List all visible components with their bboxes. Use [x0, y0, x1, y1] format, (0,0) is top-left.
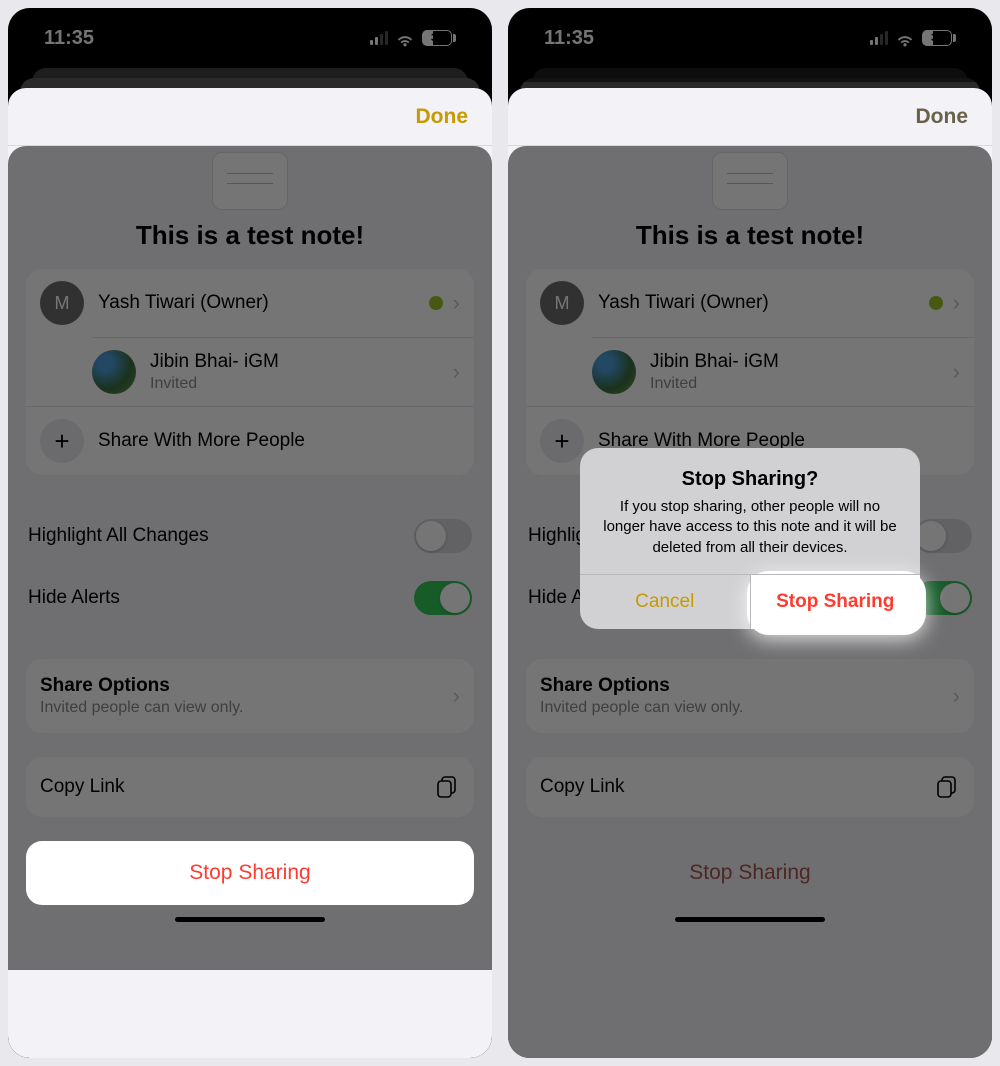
- copy-icon: [434, 774, 460, 800]
- status-icons: 35: [370, 30, 456, 46]
- copy-icon: [934, 774, 960, 800]
- owner-row[interactable]: M Yash Tiwari (Owner) ›: [26, 269, 474, 337]
- people-card: M Yash Tiwari (Owner) › Jibin Bhai- iGM …: [526, 269, 974, 475]
- invited-status: Invited: [650, 375, 953, 393]
- highlight-label: Highlight All Changes: [28, 525, 209, 547]
- plus-icon: +: [40, 419, 84, 463]
- phone-left: 11:35 35 Done This is a test note! M: [8, 8, 492, 1058]
- sheet-body: This is a test note! M Yash Tiwari (Owne…: [8, 146, 492, 1058]
- invited-row[interactable]: Jibin Bhai- iGM Invited ›: [592, 337, 974, 406]
- chevron-right-icon: ›: [453, 290, 460, 316]
- alert-cancel-button[interactable]: Cancel: [580, 575, 751, 629]
- hide-alerts-toggle[interactable]: [414, 581, 472, 615]
- share-options-row[interactable]: Share Options Invited people can view on…: [526, 659, 974, 733]
- status-bar: 11:35 35: [8, 8, 492, 68]
- share-options-row[interactable]: Share Options Invited people can view on…: [26, 659, 474, 733]
- sheet-navbar: Done: [8, 88, 492, 146]
- alert-confirm-button[interactable]: Stop Sharing: [751, 575, 921, 629]
- cellular-icon: [370, 31, 388, 45]
- done-button[interactable]: Done: [416, 105, 469, 129]
- owner-name: Yash Tiwari (Owner): [98, 292, 429, 314]
- status-bar: 11:35 35: [508, 8, 992, 68]
- battery-icon: 35: [422, 30, 456, 46]
- share-more-label: Share With More People: [98, 430, 460, 452]
- alert-buttons: Cancel Stop Sharing: [580, 574, 920, 629]
- share-more-row[interactable]: + Share With More People: [26, 406, 474, 475]
- copy-link-card: Copy Link: [26, 757, 474, 817]
- chevron-right-icon: ›: [953, 359, 960, 385]
- done-button[interactable]: Done: [916, 105, 969, 129]
- copy-link-card: Copy Link: [526, 757, 974, 817]
- invited-avatar: [592, 350, 636, 394]
- cellular-icon: [870, 31, 888, 45]
- alert-confirm-label: Stop Sharing: [776, 591, 894, 612]
- sheet-stack: Done This is a test note! M Yash Tiwari …: [8, 68, 492, 1058]
- owner-avatar: M: [540, 281, 584, 325]
- wifi-icon: [396, 31, 414, 45]
- invited-status: Invited: [150, 375, 453, 393]
- share-options-card: Share Options Invited people can view on…: [526, 659, 974, 733]
- home-indicator[interactable]: [175, 917, 325, 922]
- copy-link-row[interactable]: Copy Link: [26, 757, 474, 817]
- battery-icon: 35: [922, 30, 956, 46]
- owner-row[interactable]: M Yash Tiwari (Owner) ›: [526, 269, 974, 337]
- hide-alerts-label: Hide Alerts: [28, 587, 120, 609]
- invited-avatar: [92, 350, 136, 394]
- chevron-right-icon: ›: [953, 683, 960, 709]
- share-options-card: Share Options Invited people can view on…: [26, 659, 474, 733]
- chevron-right-icon: ›: [453, 359, 460, 385]
- owner-avatar: M: [40, 281, 84, 325]
- settings-section: Highlight All Changes Hide Alerts: [8, 505, 492, 629]
- people-card: M Yash Tiwari (Owner) › Jibin Bhai- iGM …: [26, 269, 474, 475]
- presence-dot-icon: [929, 296, 943, 310]
- sheet-navbar: Done: [508, 88, 992, 146]
- share-options-title: Share Options: [540, 675, 953, 697]
- invited-name: Jibin Bhai- iGM: [150, 351, 453, 373]
- wifi-icon: [896, 31, 914, 45]
- stop-sharing-alert: Stop Sharing? If you stop sharing, other…: [580, 448, 920, 629]
- chevron-right-icon: ›: [953, 290, 960, 316]
- alert-message: If you stop sharing, other people will n…: [602, 497, 898, 558]
- note-title: This is a test note!: [8, 220, 492, 251]
- phone-right: 11:35 35 Done This is a test note! M: [508, 8, 992, 1058]
- plus-icon: +: [540, 419, 584, 463]
- clock: 11:35: [44, 27, 94, 50]
- copy-link-label: Copy Link: [540, 776, 934, 798]
- home-indicator[interactable]: [675, 917, 825, 922]
- presence-dot-icon: [429, 296, 443, 310]
- stop-sharing-button[interactable]: Stop Sharing: [26, 841, 474, 905]
- share-options-title: Share Options: [40, 675, 453, 697]
- note-icon: [212, 152, 288, 210]
- share-sheet: Done This is a test note! M Yash Tiwari …: [8, 88, 492, 1058]
- share-options-sub: Invited people can view only.: [40, 699, 453, 717]
- share-options-sub: Invited people can view only.: [540, 699, 953, 717]
- invited-row[interactable]: Jibin Bhai- iGM Invited ›: [92, 337, 474, 406]
- highlight-changes-row: Highlight All Changes: [8, 505, 492, 567]
- note-icon: [712, 152, 788, 210]
- clock: 11:35: [544, 27, 594, 50]
- invited-name: Jibin Bhai- iGM: [650, 351, 953, 373]
- owner-name: Yash Tiwari (Owner): [598, 292, 929, 314]
- note-title: This is a test note!: [508, 220, 992, 251]
- stop-sharing-button[interactable]: Stop Sharing: [526, 841, 974, 905]
- highlight-toggle[interactable]: [414, 519, 472, 553]
- chevron-right-icon: ›: [453, 683, 460, 709]
- copy-link-label: Copy Link: [40, 776, 434, 798]
- alert-title: Stop Sharing?: [602, 468, 898, 491]
- highlight-toggle[interactable]: [914, 519, 972, 553]
- hide-alerts-row: Hide Alerts: [8, 567, 492, 629]
- status-icons: 35: [870, 30, 956, 46]
- copy-link-row[interactable]: Copy Link: [526, 757, 974, 817]
